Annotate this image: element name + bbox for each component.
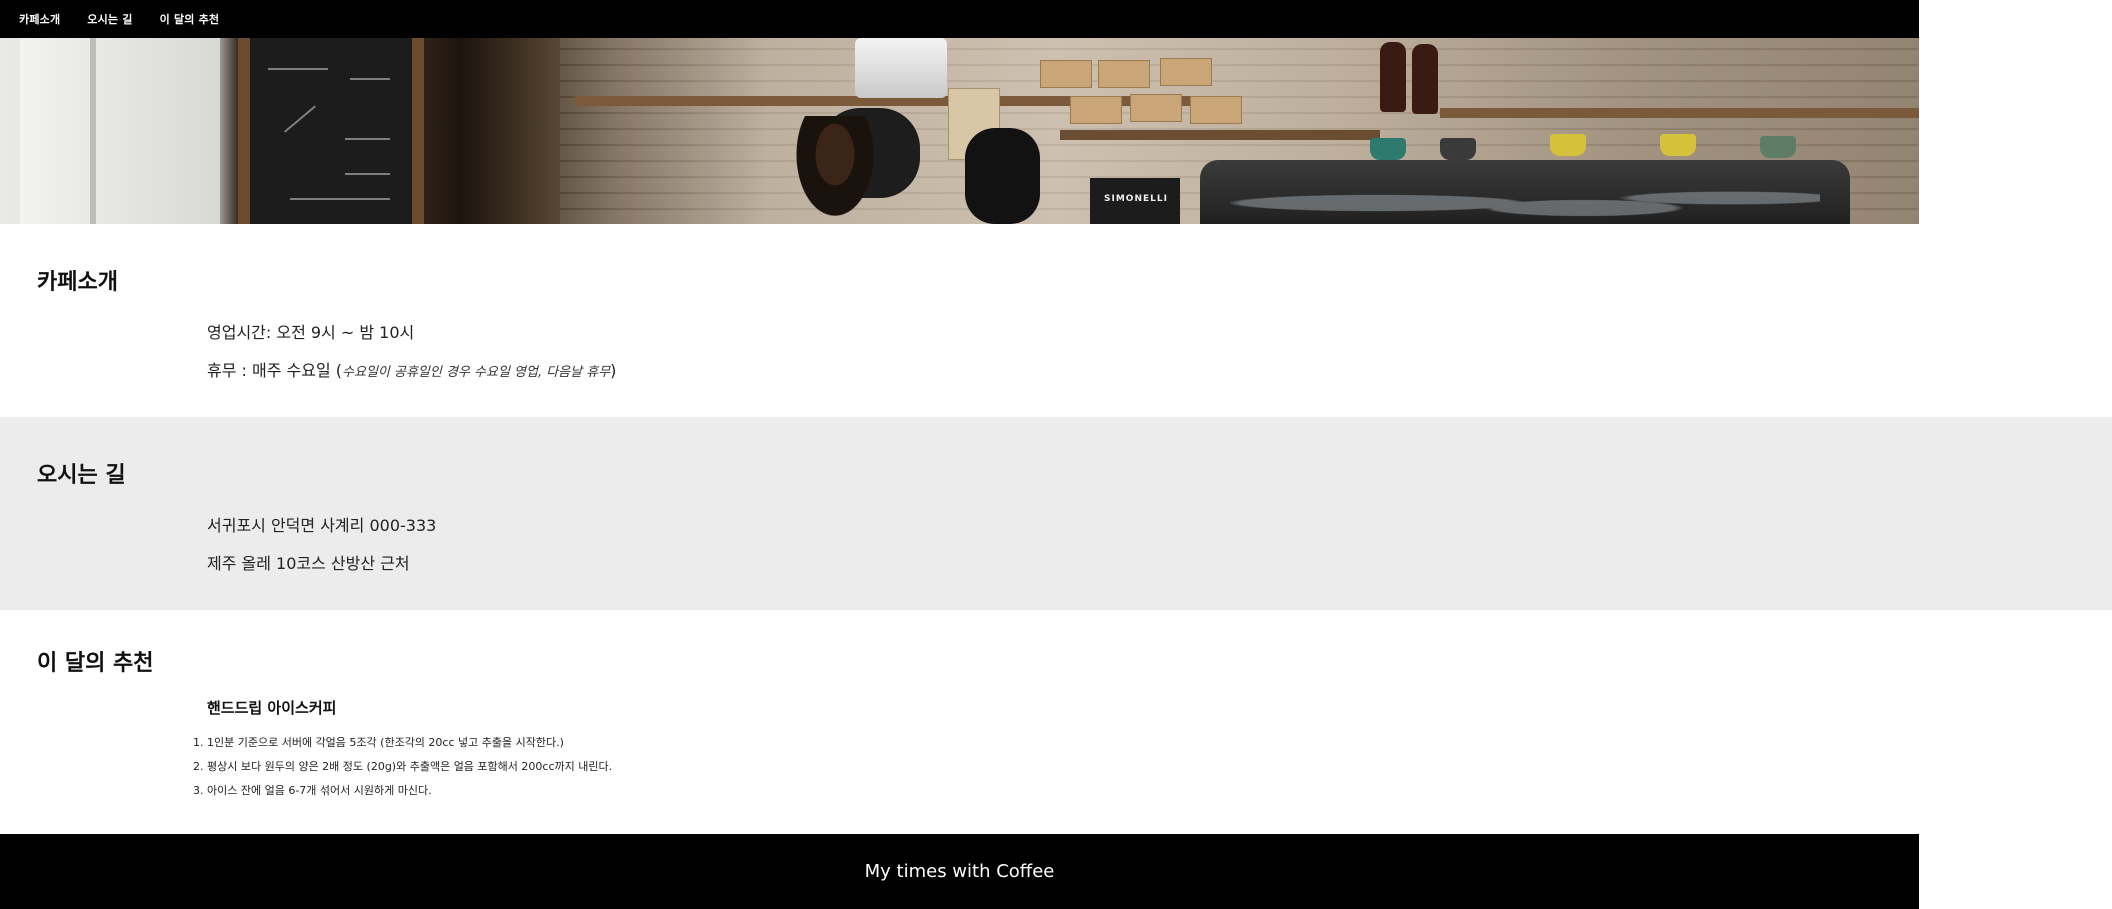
recipe-step: 평상시 보다 원두의 양은 2배 정도 (20g)와 추출액은 얼음 포함해서 … <box>207 759 612 775</box>
footer: My times with Coffee <box>0 834 1919 909</box>
barista-graphic <box>790 116 880 224</box>
espresso-machine-graphic <box>1200 160 1850 224</box>
section-title-about: 카페소개 <box>37 270 118 295</box>
business-hours: 영업시간: 오전 9시 ~ 밤 10시 <box>207 323 415 342</box>
page: 카페소개 오시는 길 이 달의 추천 SIMONELLI 카페소개 영업시간: … <box>0 0 2112 909</box>
address-text: 서귀포시 안덕면 사계리 000-333 <box>207 516 437 535</box>
machine-brand-text: SIMONELLI <box>1104 194 1168 204</box>
shelf-graphic <box>1060 130 1380 140</box>
nav-link-about[interactable]: 카페소개 <box>19 11 60 27</box>
closed-days-suffix: ) <box>610 361 617 380</box>
machine-badge: SIMONELLI <box>1090 178 1180 224</box>
section-title-recommend: 이 달의 추천 <box>37 651 154 676</box>
closed-days: 휴무 : 매주 수요일 (수요일이 공휴일인 경우 수요일 영업, 다음날 휴무… <box>207 357 616 381</box>
section-about: 카페소개 영업시간: 오전 9시 ~ 밤 10시 휴무 : 매주 수요일 (수요… <box>0 224 2112 417</box>
nav-link-directions[interactable]: 오시는 길 <box>87 11 132 27</box>
footer-text: My times with Coffee <box>864 861 1055 882</box>
section-directions: 오시는 길 서귀포시 안덕면 사계리 000-333 제주 올레 10코스 산방… <box>0 417 2112 610</box>
chalkboard-graphic <box>238 38 424 224</box>
recipe-steps: 1인분 기준으로 서버에 각얼음 5조각 (한조각의 20cc 넣고 추출을 시… <box>191 735 612 807</box>
closed-days-prefix: 휴무 : 매주 수요일 ( <box>207 361 343 380</box>
menu-name: 핸드드립 아이스커피 <box>207 699 337 717</box>
window-graphic <box>20 38 220 224</box>
section-title-directions: 오시는 길 <box>37 463 126 488</box>
landmark-text: 제주 올레 10코스 산방산 근처 <box>207 554 410 573</box>
recipe-step: 아이스 잔에 얼음 6-7개 섞어서 시원하게 마신다. <box>207 783 612 799</box>
recipe-step: 1인분 기준으로 서버에 각얼음 5조각 (한조각의 20cc 넣고 추출을 시… <box>207 735 612 751</box>
section-recommend: 이 달의 추천 핸드드립 아이스커피 1인분 기준으로 서버에 각얼음 5조각 … <box>0 610 2112 834</box>
shelf-graphic <box>1440 108 1919 118</box>
closed-days-note: 수요일이 공휴일인 경우 수요일 영업, 다음날 휴무 <box>342 365 611 380</box>
hero-banner-image: SIMONELLI <box>0 38 1919 224</box>
top-nav: 카페소개 오시는 길 이 달의 추천 <box>0 0 1919 38</box>
nav-link-recommend[interactable]: 이 달의 추천 <box>160 11 220 27</box>
